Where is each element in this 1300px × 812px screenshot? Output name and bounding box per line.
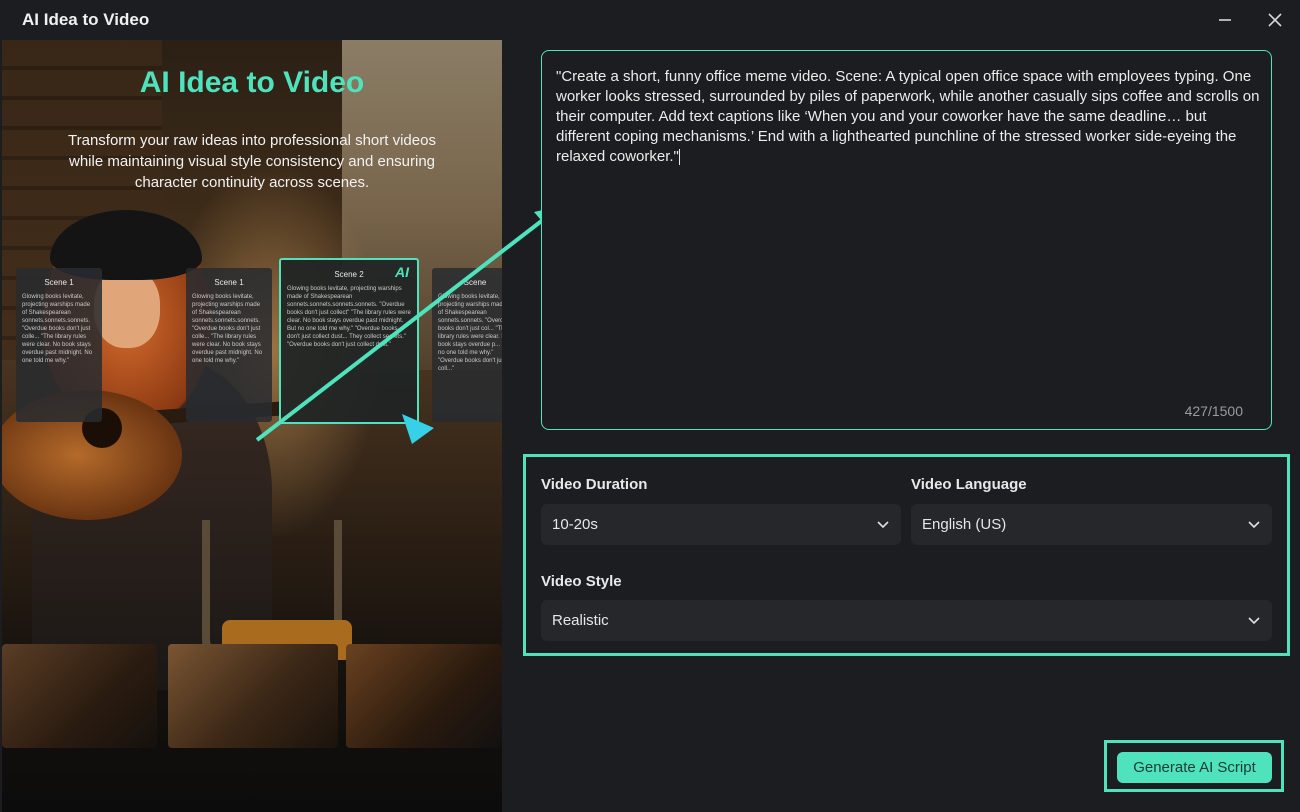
minimize-icon (1219, 19, 1231, 21)
generate-ai-script-button[interactable]: Generate AI Script (1117, 752, 1272, 783)
person-face (94, 268, 160, 348)
prompt-text: "Create a short, funny office meme video… (556, 68, 1260, 165)
scene-card-text: Glowing books levitate, projecting warsh… (438, 294, 502, 372)
chevron-down-icon (876, 518, 890, 532)
title-bar: AI Idea to Video (0, 0, 1300, 40)
video-style-value: Realistic (552, 612, 609, 629)
video-style-label: Video Style (541, 573, 622, 590)
prompt-textarea[interactable]: "Create a short, funny office meme video… (541, 50, 1272, 430)
video-language-select[interactable]: English (US) (911, 504, 1272, 545)
thumbnail-1 (2, 644, 157, 748)
scene-card-3: Scene Glowing books levitate, projecting… (432, 268, 502, 422)
hero-description: Transform your raw ideas into profession… (68, 132, 436, 191)
minimize-button[interactable] (1212, 8, 1238, 32)
scene-card-title: Scene 1 (214, 278, 244, 287)
hero-title: AI Idea to Video (139, 66, 365, 99)
video-language-value: English (US) (922, 516, 1007, 533)
video-style-select[interactable]: Realistic (541, 600, 1272, 641)
scene-card-text: Glowing books levitate, projecting warsh… (192, 294, 263, 364)
chevron-down-icon (1247, 614, 1261, 628)
preview-panel: AI Idea to Video Transform your raw idea… (2, 40, 502, 812)
scene-card-text: Glowing books levitate, projecting warsh… (22, 294, 93, 364)
scene-card-text: Glowing books levitate, projecting warsh… (287, 286, 411, 348)
thumbnail-3 (346, 644, 502, 748)
scene-card-title: Scene (463, 278, 487, 287)
ai-badge: AI (395, 264, 409, 280)
video-duration-select[interactable]: 10-20s (541, 504, 901, 545)
scene-card-title: Scene 1 (44, 278, 74, 287)
close-icon (1268, 13, 1282, 27)
character-count: 427/1500 (1184, 403, 1243, 419)
scene-card-2: AI Scene 2 Glowing books levitate, proje… (279, 258, 419, 424)
video-language-label: Video Language (911, 476, 1027, 493)
close-button[interactable] (1262, 8, 1288, 32)
scene-card-title: Scene 2 (334, 270, 364, 279)
video-duration-value: 10-20s (552, 516, 598, 533)
video-duration-label: Video Duration (541, 476, 648, 493)
thumbnail-2 (168, 644, 338, 748)
scene-card-1-right: Scene 1 Glowing books levitate, projecti… (186, 268, 272, 422)
chevron-down-icon (1247, 518, 1261, 532)
window-title: AI Idea to Video (22, 10, 150, 29)
text-caret (678, 149, 680, 166)
scene-card-1: Scene 1 Glowing books levitate, projecti… (16, 268, 102, 422)
